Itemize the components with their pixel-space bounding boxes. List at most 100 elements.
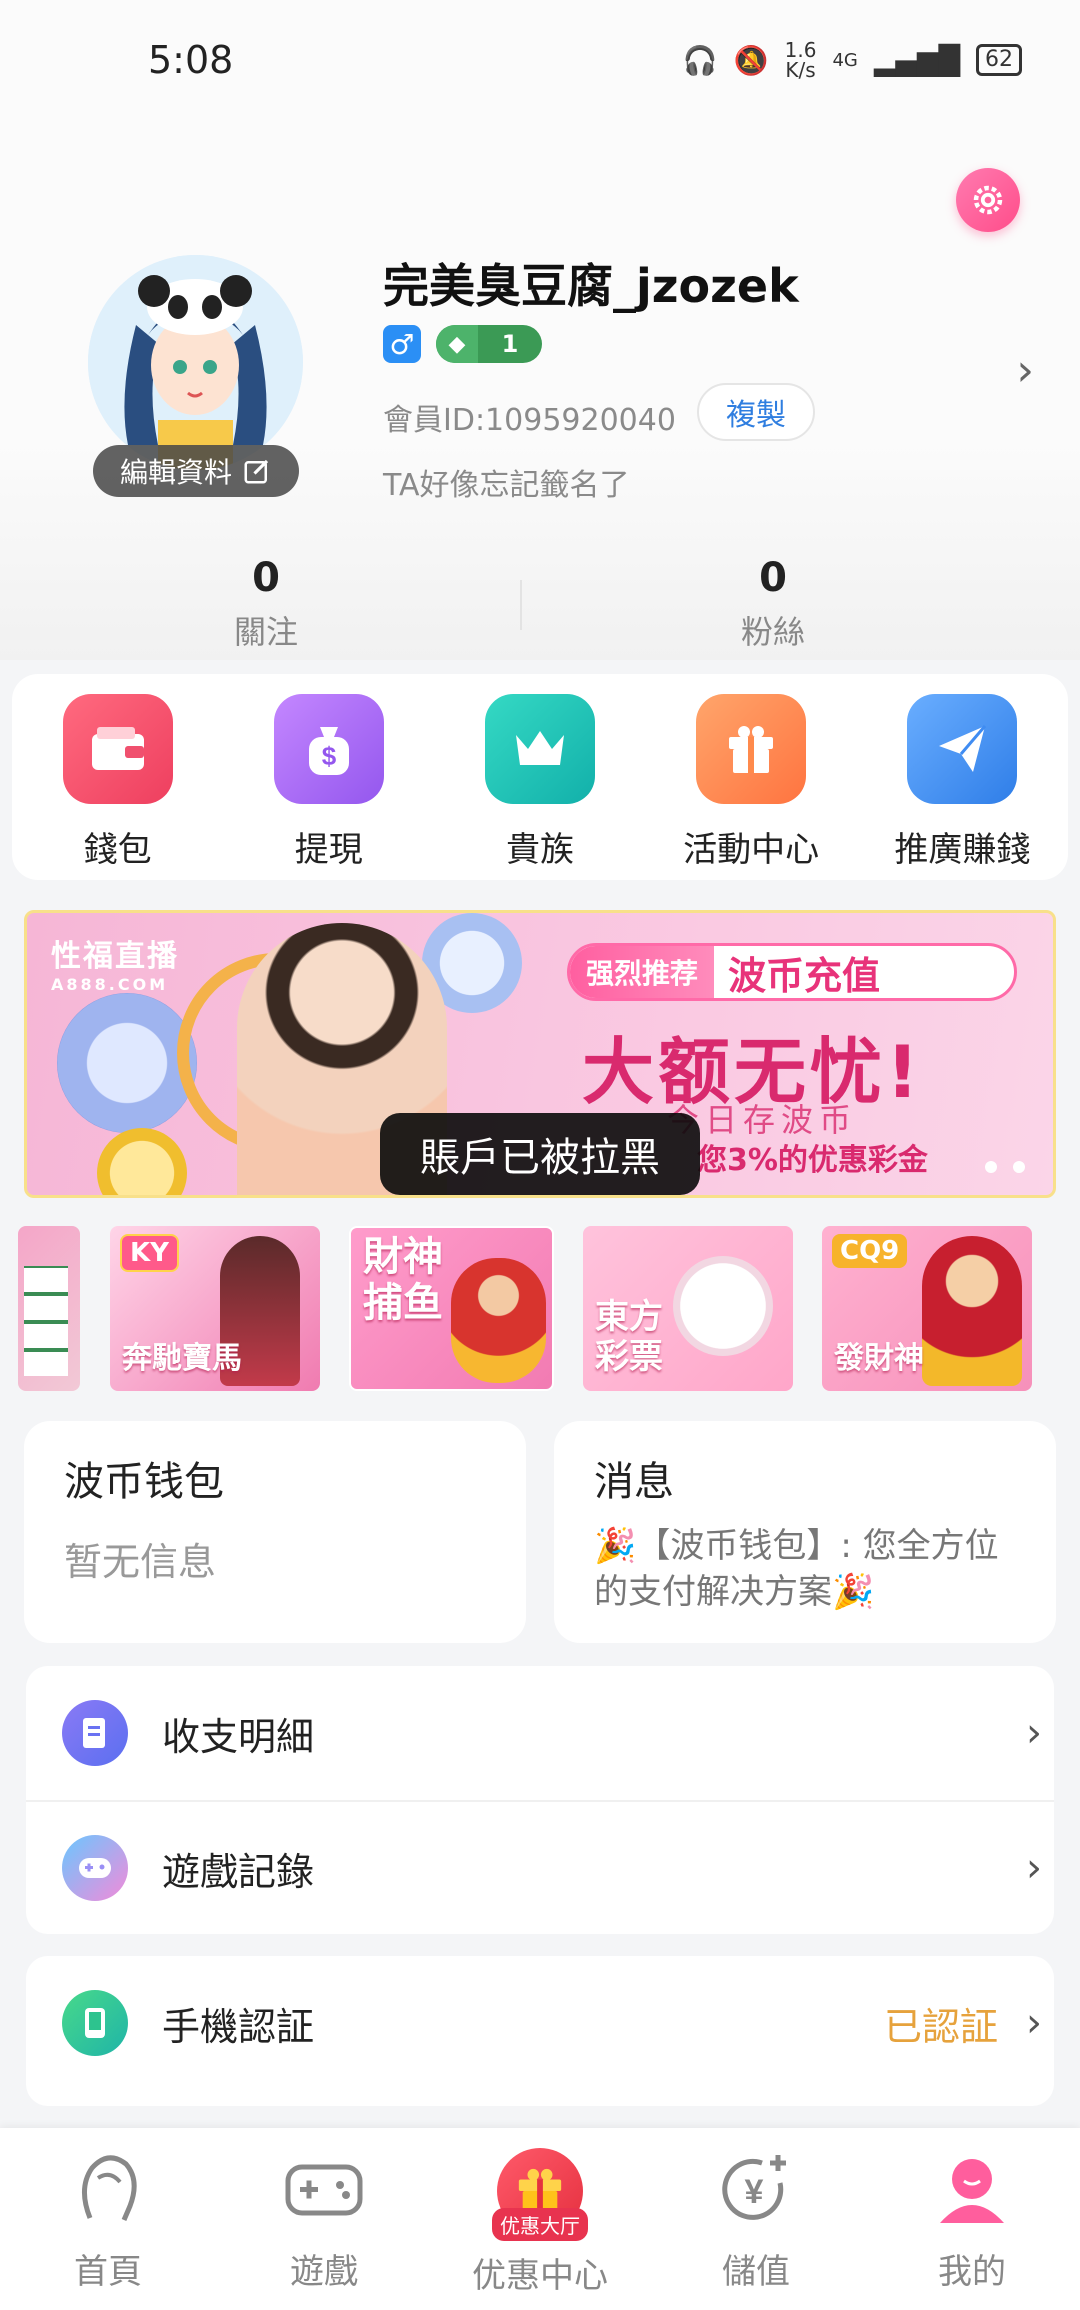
signal-bars-icon: ▂▄▆█ (873, 43, 960, 77)
nav-profile[interactable]: 我的 (864, 2128, 1080, 2310)
game-badge: CQ9 (832, 1234, 908, 1268)
level-badge: ◆ 1 (436, 325, 542, 363)
quick-action-nobility[interactable]: 貴族 (445, 694, 635, 871)
game-tile[interactable] (18, 1226, 80, 1391)
menu-item-label: 手機認証 (162, 2004, 315, 2049)
game-badge: KY (120, 1234, 179, 1272)
game-label: 發財神 (834, 1341, 924, 1376)
fans-stat[interactable]: 0 粉絲 (673, 555, 873, 653)
avatar-illustration (88, 255, 303, 470)
level-number: 1 (501, 330, 519, 358)
money-bag-icon: $ (273, 694, 384, 804)
battery-icon: 62 (976, 44, 1022, 76)
verified-status: 已認証 (883, 2004, 998, 2049)
quick-action-promote[interactable]: 推廣賺錢 (867, 694, 1057, 871)
nav-games[interactable]: 遊戲 (216, 2128, 432, 2310)
game-label: 奔馳寶馬 (122, 1341, 242, 1376)
message-card-title: 消息 (594, 1459, 674, 1505)
menu-item-label: 收支明細 (162, 1714, 315, 1759)
message-card[interactable]: 消息 🎉【波币钱包】: 您全方位的支付解决方案🎉 (554, 1421, 1056, 1643)
banner-tag-right: 波币充值 (728, 953, 881, 998)
nav-deposit[interactable]: ¥ 儲值 (648, 2128, 864, 2310)
menu-group-records: 收支明細 › 遊戲記錄 › (26, 1666, 1054, 1934)
nav-label: 首頁 (74, 2252, 142, 2292)
quick-action-label: 錢包 (83, 830, 152, 870)
following-count: 0 (252, 555, 280, 601)
edit-icon (244, 459, 269, 484)
litecoin-coin (57, 993, 197, 1133)
mute-bell-icon: 🔕 (733, 43, 769, 77)
game-tile-fortune-fishing[interactable]: 財神 捕鱼 (349, 1226, 554, 1391)
menu-item-phone-verify[interactable]: 手機認証 已認証 › (26, 1956, 1054, 2090)
nav-label: 遊戲 (290, 2252, 358, 2292)
promo-badge: 优惠大厅 (492, 2208, 588, 2241)
phone-icon (62, 1990, 128, 2056)
fortune-god-image (922, 1236, 1022, 1386)
following-label: 關注 (233, 613, 298, 651)
quick-actions: 錢包 $ 提現 貴族 活動中心 推廣賺錢 (12, 674, 1068, 880)
chevron-right-icon[interactable]: › (1016, 345, 1034, 396)
game-tile-cq9[interactable]: CQ9 發財神 (822, 1226, 1032, 1391)
carousel-dot[interactable] (1013, 1161, 1025, 1173)
wallet-card-title: 波币钱包 (64, 1459, 224, 1505)
nav-label: 优惠中心 (472, 2256, 608, 2296)
mahjong-tiles-image (24, 1266, 68, 1376)
quick-action-label: 貴族 (505, 830, 574, 870)
nav-home[interactable]: 首頁 (0, 2128, 216, 2310)
menu-item-game-records[interactable]: 遊戲記錄 › (26, 1800, 1054, 1934)
gamepad-icon (283, 2148, 365, 2230)
home-icon (67, 2148, 149, 2230)
nav-label: 儲值 (722, 2252, 790, 2292)
yen-plus-icon: ¥ (715, 2148, 797, 2230)
paper-plane-icon (907, 694, 1018, 804)
document-icon (62, 1700, 128, 1766)
carousel-dot[interactable] (985, 1161, 997, 1173)
signal-icon: 4G (832, 49, 858, 71)
game-tile-east-lottery[interactable]: 東方 彩票 (583, 1226, 793, 1391)
male-icon: ♂ (383, 325, 421, 363)
status-time: 5:08 (148, 38, 234, 82)
stat-divider (520, 580, 522, 630)
wallet-card[interactable]: 波币钱包 暂无信息 (24, 1421, 526, 1643)
game-tile-ky-bmw[interactable]: KY 奔馳寶馬 (110, 1226, 320, 1391)
svg-text:¥: ¥ (745, 2173, 764, 2211)
following-stat[interactable]: 0 關注 (166, 555, 366, 653)
wallet-card-body: 暂无信息 (64, 1540, 217, 1584)
fans-count: 0 (759, 555, 787, 601)
edit-profile-button[interactable]: 編輯資料 (93, 445, 299, 497)
copy-button[interactable]: 複製 (697, 383, 815, 441)
message-card-body: 🎉【波币钱包】: 您全方位的支付解决方案🎉 (594, 1526, 999, 1612)
quick-action-wallet[interactable]: 錢包 (23, 694, 213, 871)
svg-text:$: $ (322, 741, 337, 771)
game-label: 東方 彩票 (595, 1297, 663, 1377)
chevron-right-icon: › (1026, 1710, 1042, 1756)
wallet-icon (62, 694, 173, 804)
banner-tag: 强烈推荐 波币充值 (567, 943, 1017, 1001)
signature: TA好像忘記籤名了 (383, 468, 630, 503)
menu-item-transactions[interactable]: 收支明細 › (26, 1666, 1054, 1800)
fans-label: 粉絲 (740, 613, 805, 651)
diamond-icon: ◆ (436, 325, 478, 363)
game-label: 財神 捕鱼 (363, 1234, 443, 1326)
menu-item-label: 遊戲記錄 (162, 1849, 315, 1894)
status-icons: 🎧 🔕 1.6 K/s 4G ▂▄▆█ 62 (683, 40, 1022, 80)
lottery-ball-image (673, 1256, 773, 1356)
quick-action-label: 推廣賺錢 (894, 830, 1031, 870)
nav-promotions[interactable]: 优惠大厅 优惠中心 (432, 2128, 648, 2310)
banner-brand: 性福直播 A888.COM (51, 939, 179, 994)
toast-message: 賬戶已被拉黑 (380, 1113, 700, 1195)
nickname: 完美臭豆腐_jzozek (383, 259, 799, 313)
quick-action-events[interactable]: 活動中心 (656, 694, 846, 871)
avatar[interactable] (88, 255, 303, 470)
status-bar: 5:08 🎧 🔕 1.6 K/s 4G ▂▄▆█ 62 (0, 0, 1080, 120)
member-id: 會員ID:1095920040 (383, 403, 676, 438)
bottom-nav: 首頁 遊戲 优惠大厅 优惠中心 ¥ 儲值 我的 (0, 2128, 1080, 2310)
menu-group-security: 手機認証 已認証 › (26, 1956, 1054, 2106)
chevron-right-icon: › (1026, 1845, 1042, 1891)
edit-profile-label: 編輯資料 (119, 456, 232, 489)
settings-button[interactable] (956, 168, 1020, 232)
profile-header: 編輯資料 完美臭豆腐_jzozek ♂ ◆ 1 會員ID:1095920040 … (0, 120, 1080, 660)
crown-icon (484, 694, 595, 804)
profile-icon (931, 2148, 1013, 2230)
quick-action-withdraw[interactable]: $ 提現 (234, 694, 424, 871)
